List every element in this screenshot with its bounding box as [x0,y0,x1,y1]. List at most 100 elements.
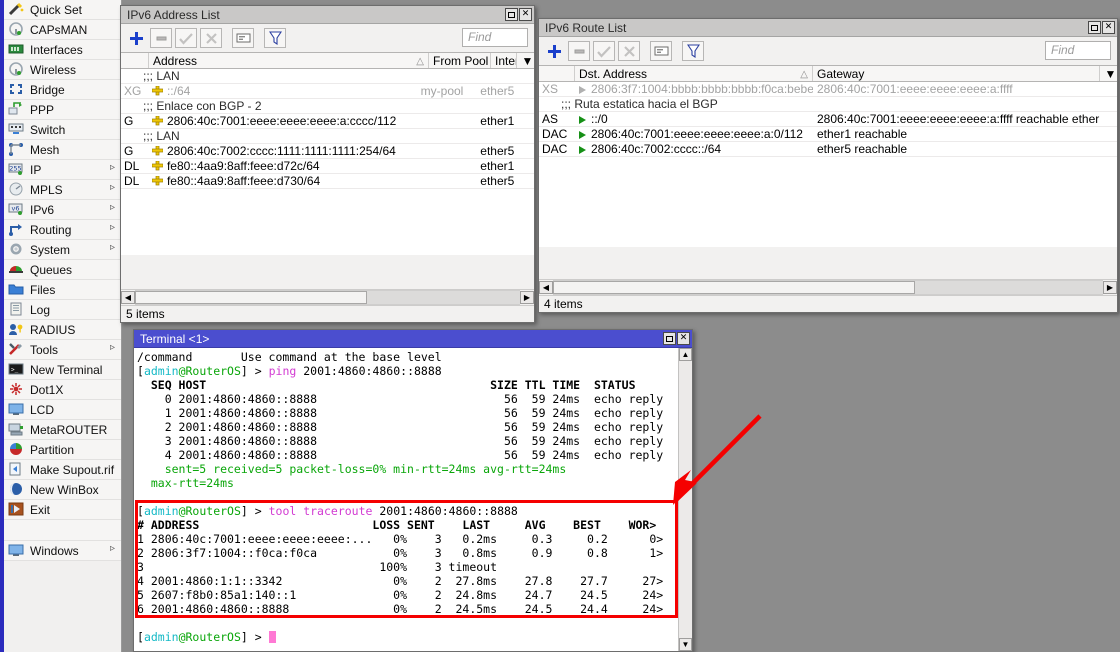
comment-row[interactable]: ;;; LAN [121,69,534,84]
sidebar-item-interfaces[interactable]: Interfaces [4,40,121,60]
sidebar-item-lcd[interactable]: LCD [4,400,121,420]
close-icon[interactable]: ✕ [1102,21,1115,34]
close-icon[interactable]: ✕ [519,8,532,21]
maximize-icon[interactable] [663,332,676,345]
col-flags[interactable] [121,53,149,68]
filter-button[interactable] [682,41,704,61]
sidebar-item-exit[interactable]: Exit [4,500,121,520]
sidebar-item-make-supout-rif[interactable]: Make Supout.rif [4,460,121,480]
hscroll-track[interactable] [553,280,1103,295]
filter-button[interactable] [264,28,286,48]
sidebar-item-mesh[interactable]: Mesh [4,140,121,160]
table-row[interactable]: DLfe80::4aa9:8aff:feee:d72c/64ether1 [121,159,534,174]
sidebar-item-radius[interactable]: RADIUS [4,320,121,340]
sidebar-item-metarouter[interactable]: MetaROUTER [4,420,121,440]
comment-row[interactable]: ;;; Ruta estatica hacia el BGP [539,97,1117,112]
ppp-icon [8,102,25,117]
sidebar-item-ppp[interactable]: PPP [4,100,121,120]
row-flags: DL [121,159,148,173]
scroll-left-icon[interactable]: ◀ [539,281,553,294]
sidebar-item-log[interactable]: Log [4,300,121,320]
address-window-titlebar[interactable]: IPv6 Address List ✕ [121,6,534,24]
hscroll-thumb[interactable] [553,281,915,294]
address-hscrollbar[interactable]: ◀ ▶ [121,289,534,304]
sidebar-item-partition[interactable]: Partition [4,440,121,460]
comment-button[interactable] [650,41,672,61]
sidebar-item-tools[interactable]: Tools [4,340,121,360]
route-window-titlebar[interactable]: IPv6 Route List ✕ [539,19,1117,37]
table-row[interactable]: DLfe80::4aa9:8aff:feee:d730/64ether5 [121,174,534,189]
col-interface[interactable]: Interf [491,53,517,68]
table-row[interactable]: G2806:40c:7002:cccc:1111:1111:1111:254/6… [121,144,534,159]
gateway-cell: 2806:40c:7001:eeee:eeee:eeee:a:ffff [813,82,1100,96]
sidebar-item-files[interactable]: Files [4,280,121,300]
enable-button[interactable] [175,28,197,48]
comment-text: ;;; Enlace con BGP - 2 [121,99,534,113]
sidebar-item-dot1x[interactable]: Dot1X [4,380,121,400]
sidebar-item-mpls[interactable]: MPLS [4,180,121,200]
sidebar-item-new-terminal[interactable]: >_New Terminal [4,360,121,380]
sidebar-item-ipv6[interactable]: v6IPv6 [4,200,121,220]
terminal-vscrollbar[interactable]: ▲ ▼ [678,348,692,651]
add-button[interactable] [125,28,147,48]
sidebar-item-system[interactable]: System [4,240,121,260]
metarouter-icon [8,422,25,437]
sidebar-item-wireless[interactable]: Wireless [4,60,121,80]
sidebar-item-quick-set[interactable]: Quick Set [4,0,121,20]
disable-button[interactable] [618,41,640,61]
enable-button[interactable] [593,41,615,61]
address-pin-icon [152,145,163,155]
scroll-right-icon[interactable]: ▶ [520,291,534,304]
find-input[interactable]: Find [462,28,528,47]
table-row[interactable]: DAC2806:40c:7001:eeee:eeee:eeee:a:0/112e… [539,127,1117,142]
comment-text: ;;; LAN [121,69,534,83]
supout-icon [8,462,25,477]
table-row[interactable]: XS2806:3f7:1004:bbbb:bbbb:bbbb:f0ca:bebe… [539,82,1117,97]
scroll-up-icon[interactable]: ▲ [679,348,692,361]
table-row[interactable]: DAC2806:40c:7002:cccc::/64ether5 reachab… [539,142,1117,157]
col-address[interactable]: Address △ [149,53,429,68]
comment-button[interactable] [232,28,254,48]
scroll-right-icon[interactable]: ▶ [1103,281,1117,294]
sidebar-item-capsman[interactable]: CAPsMAN [4,20,121,40]
terminal-titlebar[interactable]: Terminal <1> ✕ [134,330,692,348]
address-toolbar: Find [121,24,534,52]
sidebar-item-label: Switch [30,120,65,140]
sidebar-item-switch[interactable]: Switch [4,120,121,140]
scroll-left-icon[interactable]: ◀ [121,291,135,304]
add-button[interactable] [543,41,565,61]
terminal-title: Terminal <1> [140,330,209,348]
sidebar-item-queues[interactable]: Queues [4,260,121,280]
remove-button[interactable] [568,41,590,61]
find-input[interactable]: Find [1045,41,1111,60]
sidebar-item-routing[interactable]: Routing [4,220,121,240]
row-flags: XS [539,82,575,96]
remove-button[interactable] [150,28,172,48]
address-cell: 2806:40c:7001:eeee:eeee:eeee:a:cccc/112 [148,114,417,128]
col-dst-address[interactable]: Dst. Address △ [575,66,813,81]
col-flags[interactable] [539,66,575,81]
col-gateway[interactable]: Gateway [813,66,1100,81]
sidebar-item-ip[interactable]: 255IP [4,160,121,180]
comment-row[interactable]: ;;; Enlace con BGP - 2 [121,99,534,114]
comment-row[interactable]: ;;; LAN [121,129,534,144]
hscroll-track[interactable] [135,290,520,305]
sidebar-item-bridge[interactable]: Bridge [4,80,121,100]
sidebar-item-new-winbox[interactable]: New WinBox [4,480,121,500]
close-icon[interactable]: ✕ [677,332,690,345]
table-row[interactable]: G2806:40c:7001:eeee:eeee:eeee:a:cccc/112… [121,114,534,129]
col-from-pool[interactable]: From Pool [429,53,491,68]
column-menu-icon[interactable]: ▼ [1100,66,1117,81]
maximize-icon[interactable] [1088,21,1101,34]
scroll-down-icon[interactable]: ▼ [679,638,692,651]
table-row[interactable]: XG::/64my-poolether5 [121,84,534,99]
terminal-output-area[interactable]: /command Use command at the base level [… [134,348,692,651]
svg-text:v6: v6 [12,205,20,213]
maximize-icon[interactable] [505,8,518,21]
column-menu-icon[interactable]: ▼ [517,53,534,68]
hscroll-thumb[interactable] [135,291,367,304]
route-hscrollbar[interactable]: ◀ ▶ [539,279,1117,294]
disable-button[interactable] [200,28,222,48]
sidebar-item-windows[interactable]: Windows [4,541,121,561]
table-row[interactable]: AS::/02806:40c:7001:eeee:eeee:eeee:a:fff… [539,112,1117,127]
